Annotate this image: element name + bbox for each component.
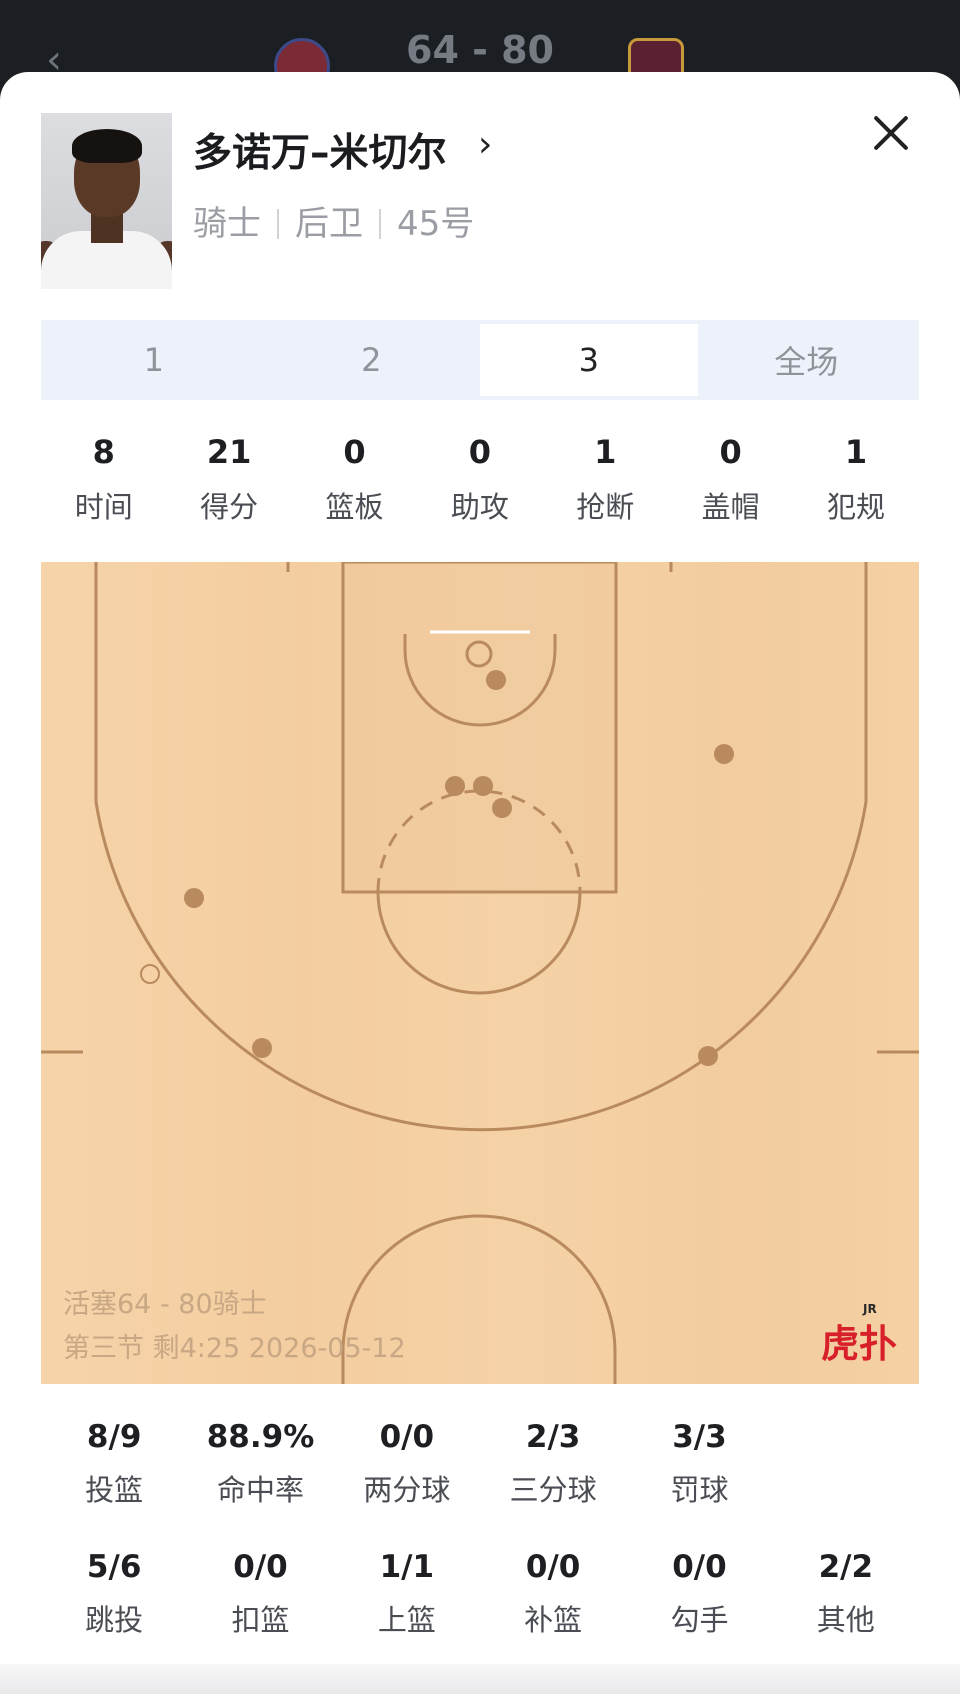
shot-made <box>486 670 506 690</box>
stat-other: 2/2 其他 <box>816 1549 875 1637</box>
stat-fg-pct: 88.9% 命中率 <box>206 1419 315 1507</box>
shot-made <box>714 744 734 764</box>
tab-period-2[interactable]: 2 <box>263 324 481 396</box>
player-position: 后卫 <box>295 204 363 244</box>
stat-3pt: 2/3 三分球 <box>509 1419 597 1507</box>
player-meta: 骑士 后卫 45号 <box>193 196 474 245</box>
summary-stats: 8 时间 21 得分 0 篮板 0 助攻 1 抢断 0 盖帽 1 犯规 <box>41 430 919 526</box>
chevron-right-icon[interactable]: › <box>478 124 492 165</box>
svg-text:虎扑: 虎扑 <box>821 1322 897 1366</box>
stat-jumpshot: 5/6 跳投 <box>85 1549 144 1637</box>
avatar <box>41 113 172 289</box>
shooting-breakdown: 8/9 投篮 88.9% 命中率 0/0 两分球 2/3 三分球 3/3 罚球 5/6 跳投… <box>41 1415 919 1675</box>
player-name[interactable]: 多诺万–米切尔 <box>193 122 447 178</box>
stat-ft: 3/3 罚球 <box>670 1419 729 1507</box>
stat-putback: 0/0 补篮 <box>524 1549 583 1637</box>
stat-rebounds: 0 篮板 <box>325 433 384 524</box>
game-score: 64 - 80 <box>406 28 554 72</box>
bottom-edge <box>0 1664 960 1694</box>
shooting-row-types: 5/6 跳投 0/0 扣篮 1/1 上篮 0/0 补篮 0/0 勾手 2/2 其他 <box>41 1545 919 1675</box>
stat-fouls: 1 犯规 <box>827 433 886 524</box>
hupu-logo: JR 虎扑 <box>821 1297 901 1367</box>
tab-period-3[interactable]: 3 <box>480 324 698 396</box>
player-team: 骑士 <box>193 204 261 244</box>
divider <box>277 209 279 239</box>
player-number: 45号 <box>397 204 475 244</box>
stat-2pt: 0/0 两分球 <box>363 1419 451 1507</box>
tab-period-1[interactable]: 1 <box>45 324 263 396</box>
stat-fg: 8/9 投篮 <box>85 1419 144 1507</box>
stat-dunk: 0/0 扣篮 <box>231 1549 290 1637</box>
period-time-caption: 第三节 剩4:25 2026-05-12 <box>63 1333 406 1364</box>
court-lines <box>41 562 919 1384</box>
stat-blocks: 0 盖帽 <box>701 433 760 524</box>
stat-steals: 1 抢断 <box>576 433 635 524</box>
stat-points: 21 得分 <box>200 433 259 524</box>
shot-made <box>473 776 493 796</box>
shot-made <box>492 798 512 818</box>
shot-made <box>184 888 204 908</box>
stat-layup: 1/1 上篮 <box>377 1549 436 1637</box>
tab-full-game[interactable]: 全场 <box>698 324 916 396</box>
divider <box>379 209 381 239</box>
svg-text:JR: JR <box>862 1302 877 1316</box>
stat-hook: 0/0 勾手 <box>670 1549 729 1637</box>
shot-made <box>252 1038 272 1058</box>
close-icon[interactable] <box>868 110 914 156</box>
shooting-row-overall: 8/9 投篮 88.9% 命中率 0/0 两分球 2/3 三分球 3/3 罚球 <box>41 1415 919 1545</box>
stat-assists: 0 助攻 <box>450 433 509 524</box>
shot-missed <box>140 964 160 984</box>
period-tabs: 1 2 3 全场 <box>41 320 919 400</box>
stat-minutes: 8 时间 <box>74 433 133 524</box>
game-caption: 活塞64 - 80骑士 <box>63 1289 267 1320</box>
shot-made <box>698 1046 718 1066</box>
shot-chart: 活塞64 - 80骑士 第三节 剩4:25 2026-05-12 JR 虎扑 <box>41 562 919 1384</box>
shot-made <box>445 776 465 796</box>
